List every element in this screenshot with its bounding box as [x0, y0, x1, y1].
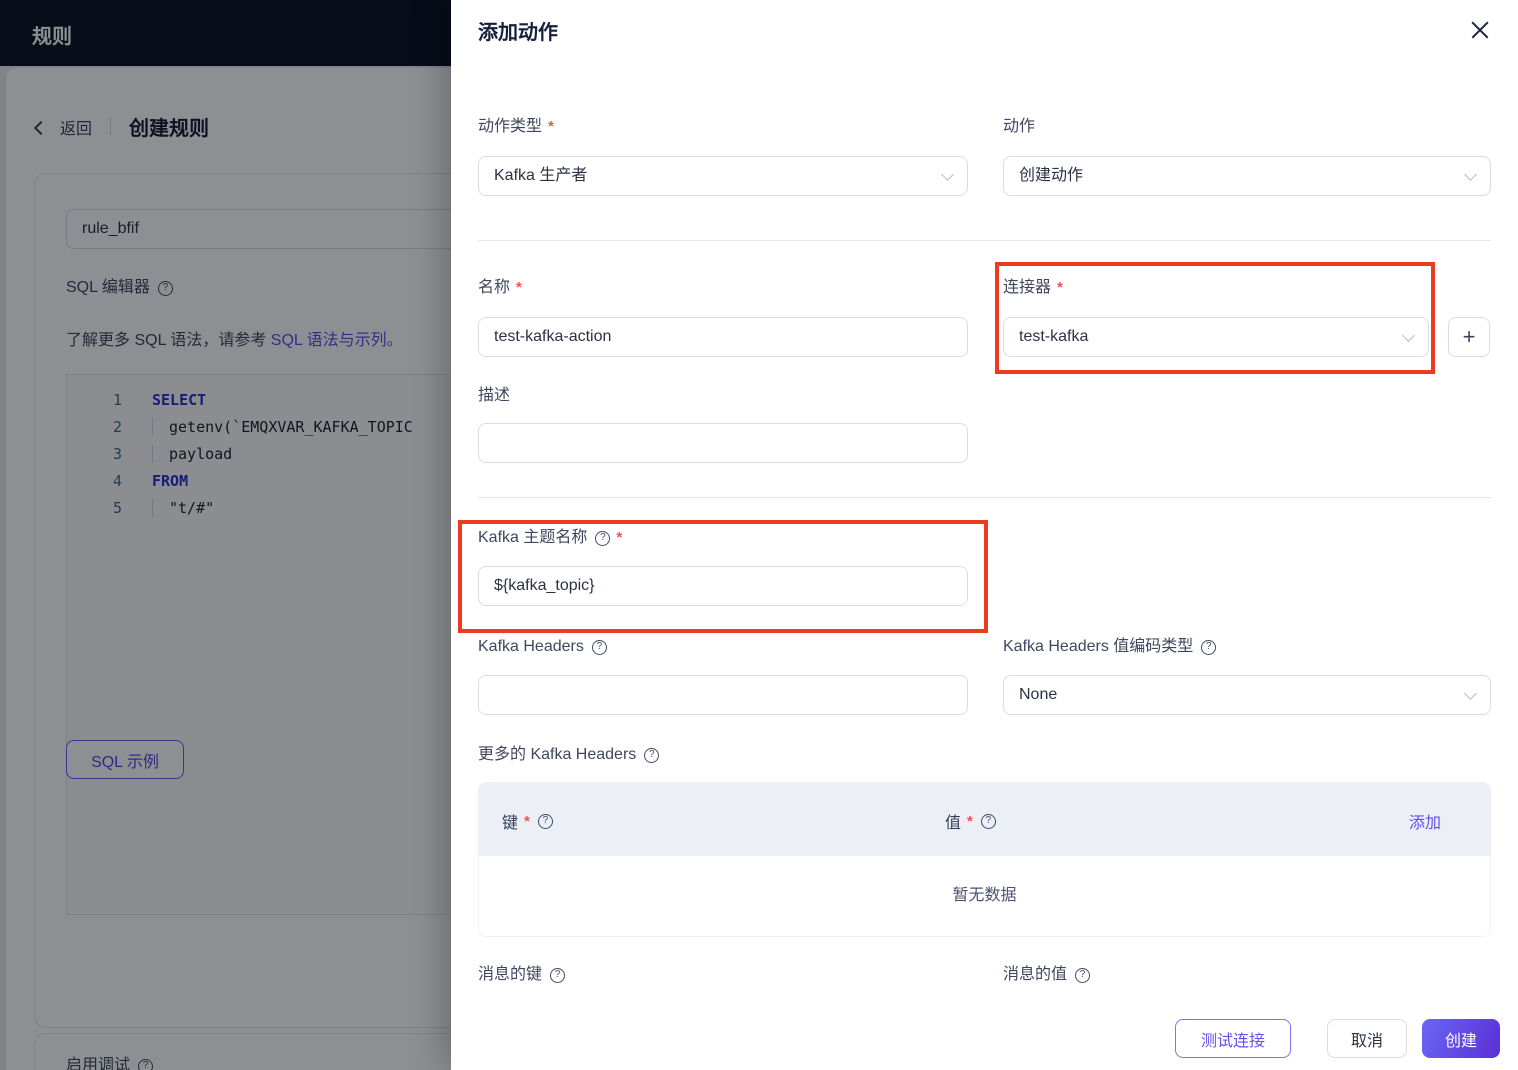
headers-encode-select[interactable]: None	[1003, 675, 1491, 715]
add-header-link[interactable]: 添加	[1409, 809, 1441, 833]
action-type-select[interactable]: Kafka 生产者	[478, 156, 968, 196]
help-icon[interactable]	[980, 813, 996, 829]
name-label-text: 名称	[478, 279, 511, 296]
divider	[478, 497, 1491, 498]
help-icon[interactable]	[591, 639, 607, 655]
action-label: 动作	[1003, 117, 1035, 137]
description-label-text: 描述	[478, 387, 511, 404]
name-input[interactable]	[478, 317, 968, 357]
kafka-headers-label-text: Kafka Headers	[478, 638, 584, 655]
action-label-text: 动作	[1003, 118, 1036, 135]
value-column-header: 值	[945, 809, 996, 833]
drawer-title: 添加动作	[478, 22, 558, 44]
connector-label: 连接器	[1003, 278, 1063, 298]
more-headers-label-text: 更多的 Kafka Headers	[478, 746, 637, 763]
required-asterisk	[548, 117, 554, 137]
headers-table: 键 值 添加 暂无数据	[478, 782, 1491, 937]
chevron-down-icon	[941, 168, 954, 181]
help-icon[interactable]	[644, 747, 660, 763]
action-type-value: Kafka 生产者	[494, 167, 588, 184]
chevron-down-icon	[1464, 687, 1477, 700]
help-icon[interactable]	[1201, 639, 1217, 655]
help-icon[interactable]	[537, 813, 553, 829]
close-icon[interactable]	[1470, 20, 1490, 40]
kafka-headers-input[interactable]	[478, 675, 968, 715]
message-key-label: 消息的键	[478, 965, 566, 985]
kafka-headers-label: Kafka Headers	[478, 637, 607, 657]
action-type-label-text: 动作类型	[478, 118, 543, 135]
add-action-drawer: 添加动作 动作类型 Kafka 生产者 动作 创建动作 名称 连接器	[451, 0, 1518, 1070]
key-column-text: 键	[502, 815, 519, 832]
divider	[478, 240, 1491, 241]
action-select[interactable]: 创建动作	[1003, 156, 1491, 196]
value-column-text: 值	[945, 815, 962, 832]
chevron-down-icon	[1402, 329, 1415, 342]
chevron-down-icon	[1464, 168, 1477, 181]
help-icon[interactable]	[595, 530, 611, 546]
action-type-label: 动作类型	[478, 117, 554, 137]
connector-select[interactable]: test-kafka	[1003, 317, 1429, 357]
required-asterisk	[524, 813, 530, 830]
name-label: 名称	[478, 278, 522, 298]
add-connector-button[interactable]	[1448, 317, 1490, 357]
headers-encode-label-text: Kafka Headers 值编码类型	[1003, 638, 1194, 655]
test-connection-button[interactable]: 测试连接	[1175, 1019, 1291, 1058]
description-input[interactable]	[478, 423, 968, 463]
required-asterisk	[967, 813, 973, 830]
headers-encode-value: None	[1019, 686, 1058, 703]
help-icon[interactable]	[1075, 967, 1091, 983]
more-headers-label: 更多的 Kafka Headers	[478, 745, 660, 765]
kafka-topic-label: Kafka 主题名称	[478, 528, 622, 548]
headers-table-empty: 暂无数据	[478, 856, 1491, 937]
required-asterisk	[516, 278, 522, 298]
required-asterisk	[616, 528, 622, 548]
action-value: 创建动作	[1019, 167, 1084, 184]
description-label: 描述	[478, 386, 510, 406]
connector-value: test-kafka	[1019, 328, 1089, 345]
create-button[interactable]: 创建	[1422, 1019, 1500, 1058]
cancel-button[interactable]: 取消	[1327, 1019, 1407, 1058]
message-key-label-text: 消息的键	[478, 966, 543, 983]
help-icon[interactable]	[550, 967, 566, 983]
required-asterisk	[1057, 278, 1063, 298]
message-value-label: 消息的值	[1003, 965, 1091, 985]
headers-table-header: 键 值 添加	[478, 782, 1491, 856]
connector-label-text: 连接器	[1003, 279, 1052, 296]
screen: 规则 返回 创建规则 SQL 编辑器 了解更多 SQL 语法，请参考 SQL 语…	[0, 0, 1518, 1070]
kafka-topic-input[interactable]	[478, 566, 968, 606]
key-column-header: 键	[502, 809, 553, 833]
kafka-topic-label-text: Kafka 主题名称	[478, 529, 588, 546]
message-value-label-text: 消息的值	[1003, 966, 1068, 983]
headers-encode-label: Kafka Headers 值编码类型	[1003, 637, 1217, 657]
